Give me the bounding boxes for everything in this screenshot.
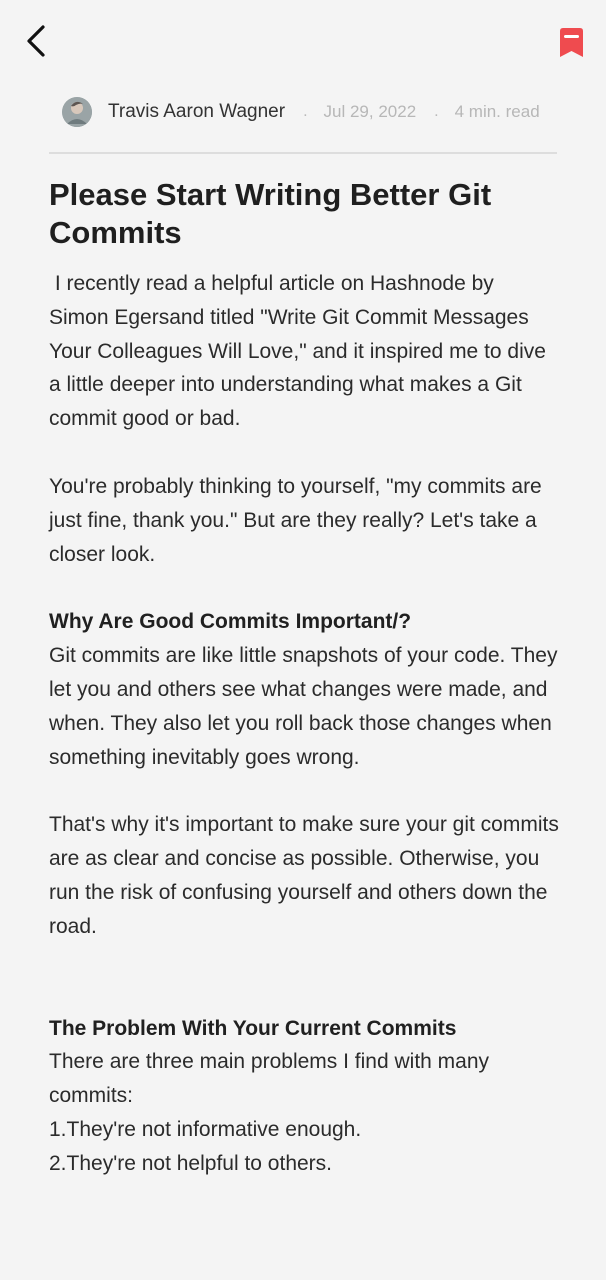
paragraph-spacing <box>49 571 559 605</box>
article-paragraph: I recently read a helpful article on Has… <box>49 272 552 431</box>
publish-date: Jul 29, 2022 <box>323 102 417 121</box>
article-meta: Travis Aaron Wagner . Jul 29, 2022 . 4 m… <box>62 96 556 128</box>
author-name[interactable]: Travis Aaron Wagner <box>108 101 285 123</box>
meta-separator: . <box>303 103 308 120</box>
meta-separator: . <box>434 103 439 120</box>
problem-list: 1.They're not informative enough. 2.They… <box>49 1113 559 1181</box>
article-paragraph: Git commits are like little snapshots of… <box>49 644 564 769</box>
read-time: 4 min. read <box>454 102 540 121</box>
list-item: 1.They're not informative enough. <box>49 1117 362 1141</box>
section-heading: Why Are Good Commits Important/? <box>49 610 412 634</box>
header-divider <box>49 152 557 154</box>
list-item: 2.They're not helpful to others. <box>49 1151 333 1175</box>
article-paragraph: That's why it's important to make sure y… <box>49 813 565 938</box>
paragraph-spacing <box>49 774 559 808</box>
chevron-left-icon <box>27 25 45 57</box>
section-spacing <box>49 944 559 1012</box>
section-heading: The Problem With Your Current Commits <box>49 1016 457 1040</box>
article-title: Please Start Writing Better Git Commits <box>49 177 492 250</box>
paragraph-spacing <box>49 436 559 470</box>
article-content: Please Start Writing Better Git Commits … <box>49 176 559 1181</box>
back-button[interactable] <box>18 22 54 60</box>
top-app-bar <box>0 0 606 84</box>
author-avatar[interactable] <box>62 97 92 127</box>
article-paragraph: There are three main problems I find wit… <box>49 1050 495 1108</box>
article-paragraph: You're probably thinking to yourself, "m… <box>49 474 548 566</box>
bookmark-icon <box>559 27 583 57</box>
bookmark-button[interactable] <box>556 24 586 60</box>
avatar-image <box>62 97 92 127</box>
